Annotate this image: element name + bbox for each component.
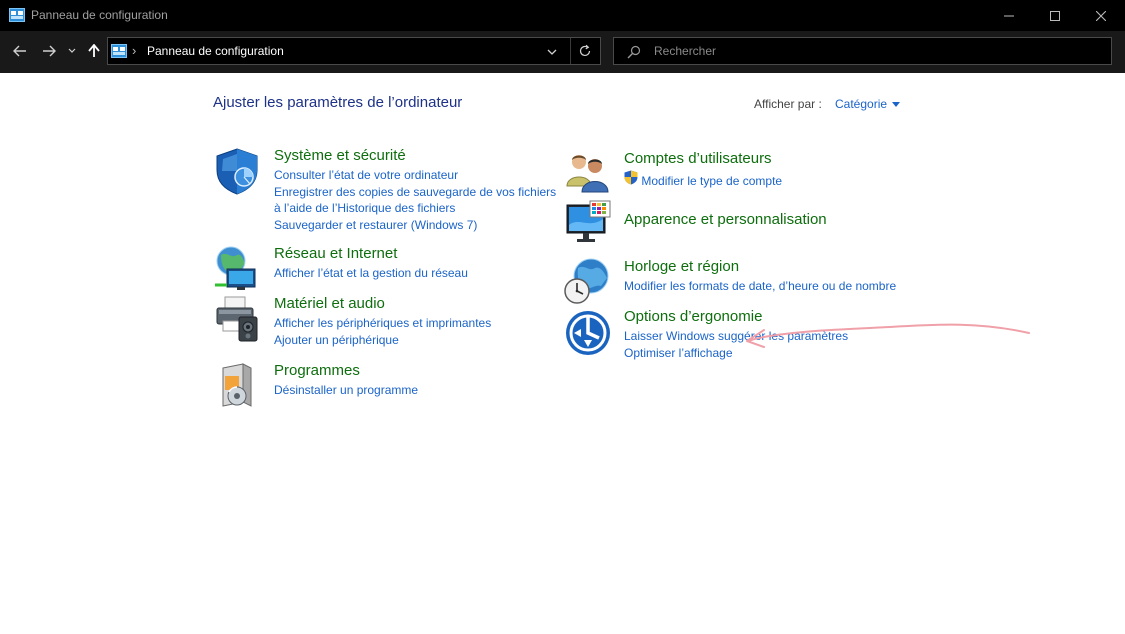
- category-links: Modifier le type de compte: [624, 170, 914, 190]
- search-input[interactable]: [654, 42, 1094, 60]
- category-links: Modifier les formats de date, d’heure ou…: [624, 278, 944, 295]
- minimize-icon: [1004, 15, 1014, 16]
- search-icon: [627, 45, 641, 59]
- link-network-status[interactable]: Afficher l’état et la gestion du réseau: [274, 265, 564, 282]
- recent-locations-button[interactable]: [63, 40, 81, 62]
- link-add-device[interactable]: Ajouter un périphérique: [274, 332, 564, 349]
- control-panel-icon: [111, 44, 127, 58]
- link-backup-restore[interactable]: Sauvegarder et restaurer (Windows 7): [274, 217, 564, 234]
- shield-icon[interactable]: [213, 147, 261, 195]
- category-system-security: Système et sécurité Consulter l’état de …: [213, 147, 573, 237]
- caret-down-icon: [892, 102, 901, 107]
- link-uninstall-program[interactable]: Désinstaller un programme: [274, 382, 564, 399]
- maximize-button[interactable]: [1032, 0, 1078, 31]
- window-title: Panneau de configuration: [31, 8, 168, 22]
- clock-globe-icon[interactable]: [563, 258, 611, 306]
- chevron-down-icon[interactable]: [545, 45, 559, 59]
- link-label[interactable]: Modifier le type de compte: [641, 174, 782, 188]
- category-appearance: Apparence et personnalisation: [563, 199, 943, 247]
- link-file-history[interactable]: Enregistrer des copies de sauvegarde de …: [274, 184, 564, 217]
- view-by-label: Afficher par :: [754, 97, 822, 111]
- breadcrumb-separator-icon[interactable]: ›: [132, 43, 136, 58]
- forward-button[interactable]: [38, 40, 60, 62]
- link-optimize-display[interactable]: Optimiser l’affichage: [624, 345, 914, 362]
- up-button[interactable]: [83, 40, 105, 62]
- arrow-up-icon: [88, 44, 100, 57]
- view-by-dropdown[interactable]: Catégorie: [835, 97, 901, 111]
- close-button[interactable]: [1078, 0, 1124, 31]
- divider: [570, 38, 571, 64]
- address-bar[interactable]: › Panneau de configuration: [107, 37, 601, 65]
- link-date-time-formats[interactable]: Modifier les formats de date, d’heure ou…: [624, 278, 944, 295]
- control-panel-icon: [9, 8, 25, 22]
- link-devices-printers[interactable]: Afficher les périphériques et imprimante…: [274, 315, 564, 332]
- category-ease-of-access: Options d’ergonomie Laisser Windows sugg…: [563, 308, 943, 364]
- breadcrumb[interactable]: Panneau de configuration: [147, 44, 284, 58]
- category-title[interactable]: Matériel et audio: [274, 295, 385, 312]
- category-title[interactable]: Apparence et personnalisation: [624, 211, 827, 228]
- link-check-status[interactable]: Consulter l’état de votre ordinateur: [274, 167, 564, 184]
- category-links: Désinstaller un programme: [274, 382, 564, 399]
- category-links: Laisser Windows suggérer les paramètres …: [624, 328, 914, 361]
- main-content: Ajuster les paramètres de l’ordinateur A…: [0, 73, 1125, 634]
- title-bar: Panneau de configuration: [0, 0, 1125, 31]
- category-network-internet: Réseau et Internet Afficher l’état et la…: [213, 245, 553, 290]
- category-title[interactable]: Comptes d’utilisateurs: [624, 150, 772, 167]
- category-title[interactable]: Horloge et région: [624, 258, 739, 275]
- category-links: Afficher les périphériques et imprimante…: [274, 315, 564, 348]
- arrow-left-icon: [13, 45, 26, 57]
- category-title[interactable]: Programmes: [274, 362, 360, 379]
- chevron-down-icon: [68, 48, 76, 53]
- minimize-button[interactable]: [986, 0, 1032, 31]
- view-by-value[interactable]: Catégorie: [835, 97, 887, 111]
- arrow-right-icon: [43, 45, 56, 57]
- link-change-account-type[interactable]: Modifier le type de compte: [624, 170, 914, 190]
- link-suggest-settings[interactable]: Laisser Windows suggérer les paramètres: [624, 328, 914, 345]
- category-user-accounts: Comptes d’utilisateurs Modifier le type …: [563, 150, 943, 194]
- uac-shield-icon: [624, 170, 638, 185]
- monitor-palette-icon[interactable]: [563, 199, 611, 247]
- category-links: Consulter l’état de votre ordinateur Enr…: [274, 167, 564, 233]
- close-icon: [1096, 10, 1106, 21]
- search-box[interactable]: [613, 37, 1112, 65]
- category-programs: Programmes Désinstaller un programme: [213, 362, 553, 407]
- category-hardware-sound: Matériel et audio Afficher les périphéri…: [213, 295, 553, 351]
- users-icon[interactable]: [563, 150, 611, 198]
- network-icon[interactable]: [213, 245, 261, 293]
- category-title[interactable]: Options d’ergonomie: [624, 308, 762, 325]
- category-title[interactable]: Système et sécurité: [274, 147, 406, 164]
- programs-icon[interactable]: [213, 362, 261, 410]
- navigation-bar: › Panneau de configuration: [0, 31, 1125, 73]
- category-title[interactable]: Réseau et Internet: [274, 245, 397, 262]
- ease-of-access-icon[interactable]: [563, 308, 611, 356]
- category-clock-region: Horloge et région Modifier les formats d…: [563, 258, 944, 304]
- back-button[interactable]: [9, 40, 31, 62]
- refresh-icon[interactable]: [578, 44, 592, 58]
- maximize-icon: [1050, 10, 1060, 21]
- page-title: Ajuster les paramètres de l’ordinateur: [213, 94, 463, 111]
- category-links: Afficher l’état et la gestion du réseau: [274, 265, 564, 282]
- printer-icon[interactable]: [213, 295, 261, 343]
